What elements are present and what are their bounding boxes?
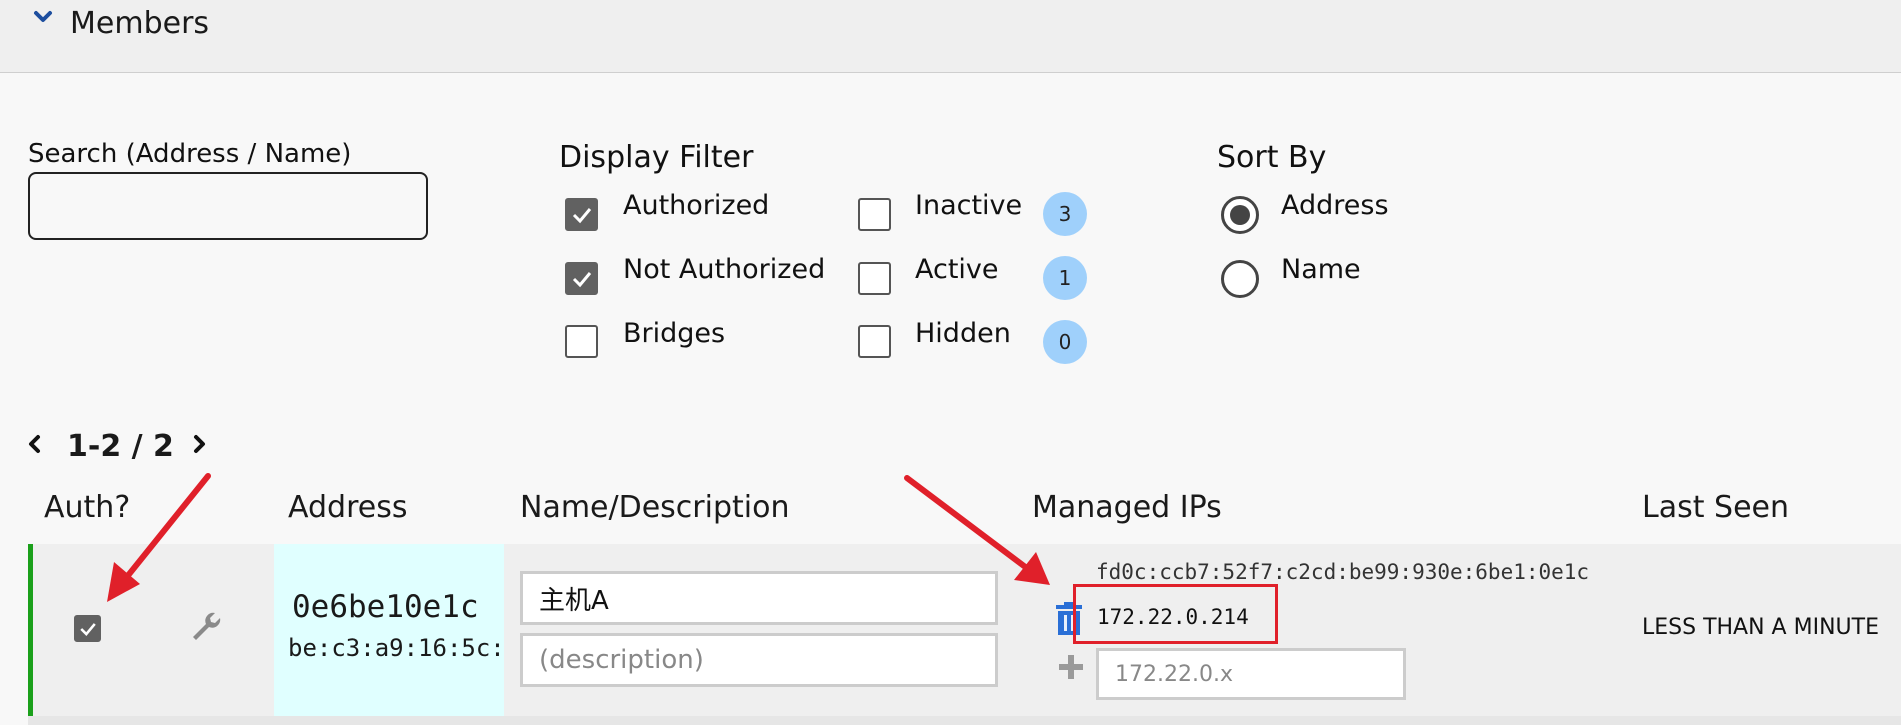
chevron-down-icon[interactable] (32, 6, 54, 28)
inactive-count-badge: 3 (1043, 192, 1087, 236)
search-label: Search (Address / Name) (28, 139, 352, 169)
check-icon (572, 271, 591, 287)
hidden-count-badge: 0 (1043, 320, 1087, 364)
member-mac: be:c3:a9:16:5c:a (288, 634, 504, 662)
wrench-icon[interactable] (188, 608, 224, 644)
managed-ipv6: fd0c:ccb7:52f7:c2cd:be99:930e:6be1:0e1c (1096, 560, 1590, 584)
sort-name-label: Name (1281, 254, 1361, 285)
hidden-label: Hidden (915, 318, 1011, 349)
authorized-label: Authorized (623, 190, 770, 221)
new-ip-input[interactable]: 172.22.0.x (1096, 648, 1406, 700)
section-title: Members (70, 6, 210, 41)
inactive-label: Inactive (915, 190, 1023, 221)
annotation-highlight-box (1073, 584, 1278, 644)
plus-icon[interactable] (1057, 653, 1085, 681)
authorized-checkbox[interactable] (565, 198, 598, 231)
pager-range: 1-2 / 2 (67, 429, 174, 464)
hidden-checkbox[interactable] (858, 325, 891, 358)
member-address-cell: 0e6be10e1c be:c3:a9:16:5c:a (274, 544, 504, 716)
sort-by-title: Sort By (1217, 140, 1327, 175)
description-placeholder: (description) (539, 645, 704, 675)
sort-address-radio[interactable] (1221, 196, 1259, 234)
next-page-icon[interactable] (188, 433, 210, 455)
not-authorized-label: Not Authorized (623, 254, 826, 285)
column-header-name[interactable]: Name/Description (520, 490, 789, 525)
check-icon (79, 622, 96, 636)
members-section-header[interactable] (0, 0, 1901, 73)
display-filter-title: Display Filter (559, 140, 754, 175)
bridges-label: Bridges (623, 318, 726, 349)
previous-page-icon[interactable] (24, 433, 46, 455)
member-name-value: 主机A (539, 585, 609, 616)
bridges-checkbox[interactable] (565, 325, 598, 358)
member-name-input[interactable]: 主机A (520, 571, 998, 625)
new-ip-placeholder: 172.22.0.x (1115, 661, 1233, 687)
member-authorized-checkbox[interactable] (74, 615, 101, 642)
column-header-address[interactable]: Address (288, 490, 407, 525)
column-header-auth[interactable]: Auth? (44, 490, 130, 525)
column-header-last-seen[interactable]: Last Seen (1642, 490, 1789, 525)
next-row-edge (28, 716, 1901, 725)
search-input[interactable] (28, 172, 428, 240)
check-icon (572, 207, 591, 223)
member-description-input[interactable]: (description) (520, 633, 998, 687)
member-last-seen: LESS THAN A MINUTE (1642, 615, 1879, 640)
sort-address-label: Address (1281, 190, 1389, 221)
inactive-checkbox[interactable] (858, 198, 891, 231)
active-checkbox[interactable] (858, 262, 891, 295)
row-status-bar (28, 544, 33, 716)
sort-name-radio[interactable] (1221, 260, 1259, 298)
not-authorized-checkbox[interactable] (565, 262, 598, 295)
active-count-badge: 1 (1043, 256, 1087, 300)
member-address: 0e6be10e1c (292, 589, 479, 625)
column-header-managed-ips[interactable]: Managed IPs (1032, 490, 1222, 525)
active-label: Active (915, 254, 999, 285)
